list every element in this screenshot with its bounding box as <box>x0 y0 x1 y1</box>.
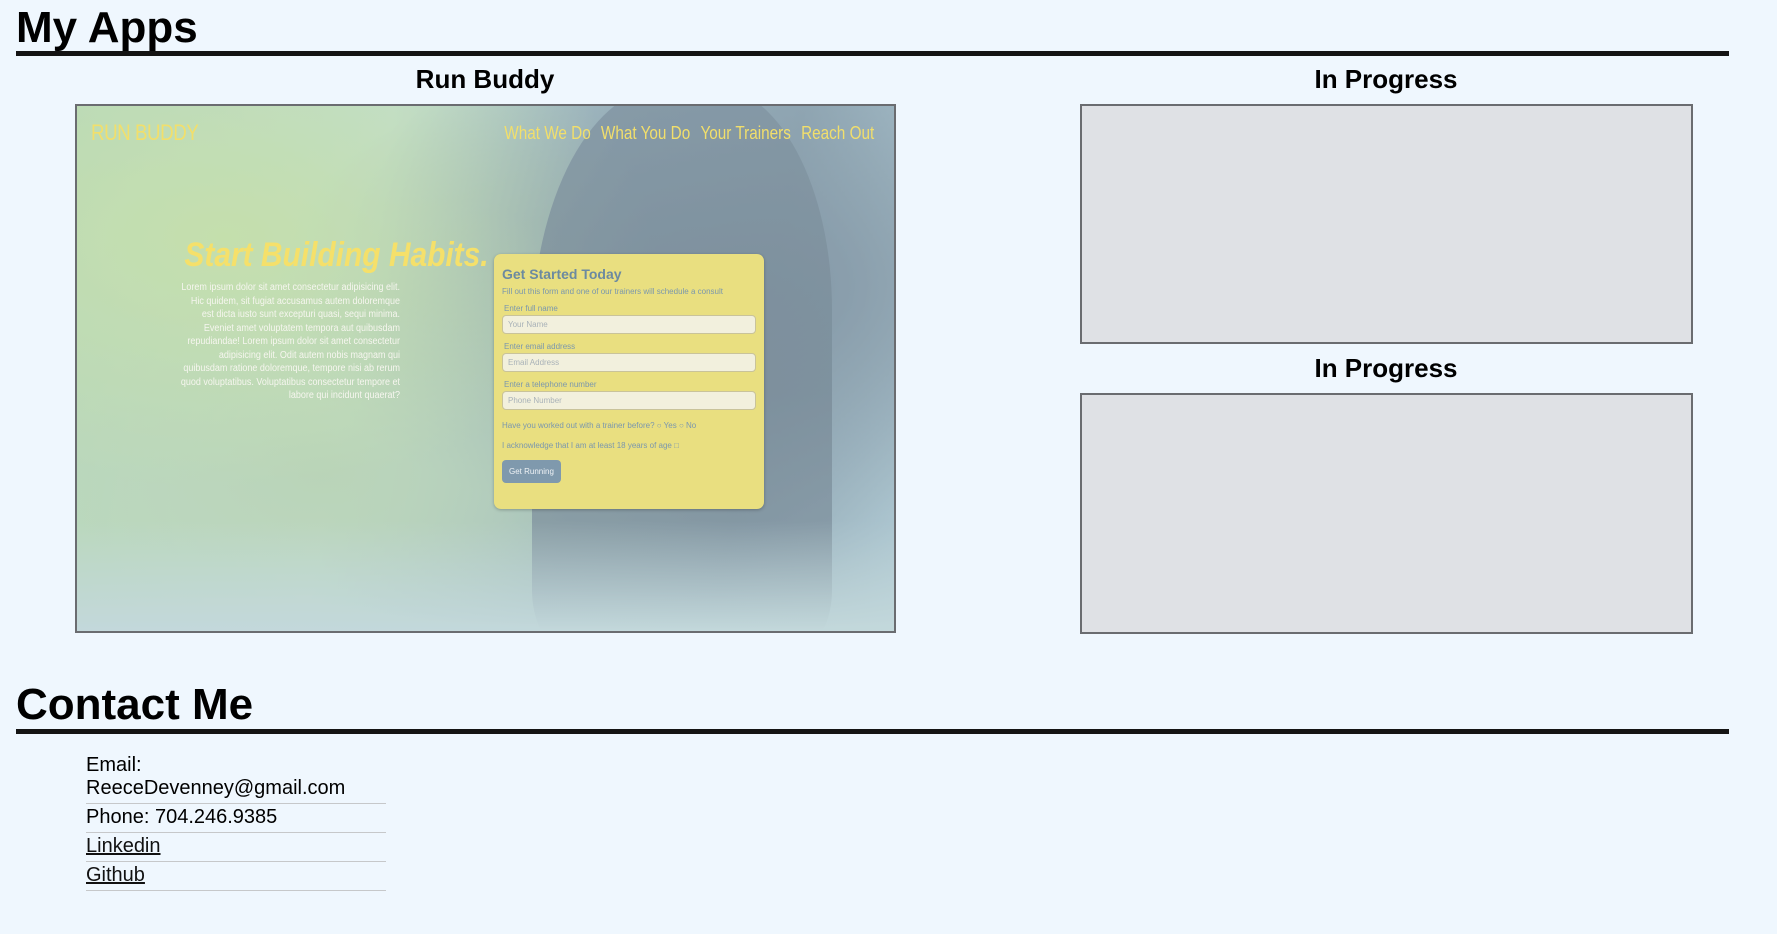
nav-what-we-do: What We Do <box>504 123 591 143</box>
run-buddy-logo: RUN BUDDY <box>91 120 199 145</box>
email-label: Email: <box>86 754 142 776</box>
nav-your-trainers: Your Trainers <box>700 123 791 143</box>
phone-number: Phone: 704.246.9385 <box>86 806 278 828</box>
nav-reach-out: Reach Out <box>800 123 874 143</box>
run-buddy-nav: What We Do What You Do Your Trainers Rea… <box>504 123 874 144</box>
contact-email-item: Email: ReeceDevenney@gmail.com <box>86 752 386 804</box>
form-subtitle: Fill out this form and one of our traine… <box>502 287 723 296</box>
in-progress-title-1: In Progress <box>1314 64 1458 94</box>
my-apps-divider <box>16 51 1729 56</box>
no-label: No <box>686 421 697 430</box>
name-label: Enter full name <box>504 304 558 313</box>
hero-title: Start Building Habits. <box>184 236 489 274</box>
contact-me-heading: Contact Me <box>16 680 254 729</box>
name-field: Your Name <box>502 315 756 334</box>
form-title: Get Started Today <box>502 266 622 282</box>
contact-divider <box>16 729 1729 734</box>
phone-label: Enter a telephone number <box>504 380 597 389</box>
portfolio-page: My Apps Run Buddy RUN BUDDY What We Do W… <box>0 0 1777 934</box>
email-field: Email Address <box>502 353 756 372</box>
hero-body: Lorem ipsum dolor sit amet consectetur a… <box>180 282 400 401</box>
my-apps-heading: My Apps <box>16 3 198 52</box>
contact-linkedin-item: Linkedin <box>86 833 386 862</box>
run-buddy-signup-form: Get Started Today Fill out this form and… <box>494 254 764 509</box>
in-progress-title-2: In Progress <box>1314 353 1458 383</box>
run-buddy-hero: Start Building Habits. Lorem ipsum dolor… <box>155 236 489 403</box>
get-running-button: Get Running <box>502 460 561 483</box>
in-progress-placeholder-1 <box>1080 104 1693 344</box>
email-address[interactable]: ReeceDevenney@gmail.com <box>86 777 345 799</box>
linkedin-link[interactable]: Linkedin <box>86 835 161 857</box>
email-label: Enter email address <box>504 342 576 351</box>
contact-list: Email: ReeceDevenney@gmail.com Phone: 70… <box>86 752 386 891</box>
contact-github-item: Github <box>86 862 386 891</box>
contact-phone-item: Phone: 704.246.9385 <box>86 804 386 833</box>
trainer-question-row: Have you worked out with a trainer befor… <box>502 421 697 430</box>
nav-what-you-do: What You Do <box>600 123 691 143</box>
trainer-question: Have you worked out with a trainer befor… <box>502 421 655 430</box>
run-buddy-preview[interactable]: RUN BUDDY What We Do What You Do Your Tr… <box>75 104 896 633</box>
age-ack: I acknowledge that I am at least 18 year… <box>502 441 672 450</box>
run-buddy-title: Run Buddy <box>415 64 555 94</box>
yes-label: Yes <box>663 421 677 430</box>
phone-field: Phone Number <box>502 391 756 410</box>
github-link[interactable]: Github <box>86 864 145 886</box>
age-ack-row: I acknowledge that I am at least 18 year… <box>502 441 679 450</box>
in-progress-placeholder-2 <box>1080 393 1693 634</box>
